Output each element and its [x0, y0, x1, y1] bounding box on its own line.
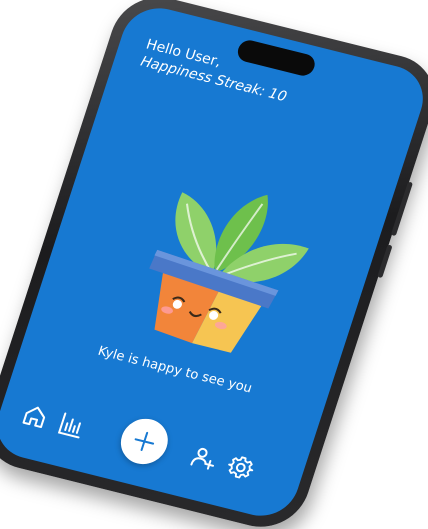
plus-icon — [134, 431, 155, 452]
home-icon[interactable] — [18, 401, 51, 432]
app-screen: Hello User, Happiness Streak: 10 Kyle is… — [0, 0, 428, 524]
power-button — [377, 244, 393, 279]
add-button[interactable] — [114, 413, 174, 469]
bar-chart-icon[interactable] — [55, 410, 88, 441]
phone-frame: Hello User, Happiness Streak: 10 Kyle is… — [0, 0, 428, 529]
happy-plant-icon — [110, 163, 328, 366]
gear-icon[interactable] — [224, 452, 257, 483]
stage: Hello User, Happiness Streak: 10 Kyle is… — [0, 0, 428, 529]
add-friend-icon[interactable] — [187, 443, 220, 474]
